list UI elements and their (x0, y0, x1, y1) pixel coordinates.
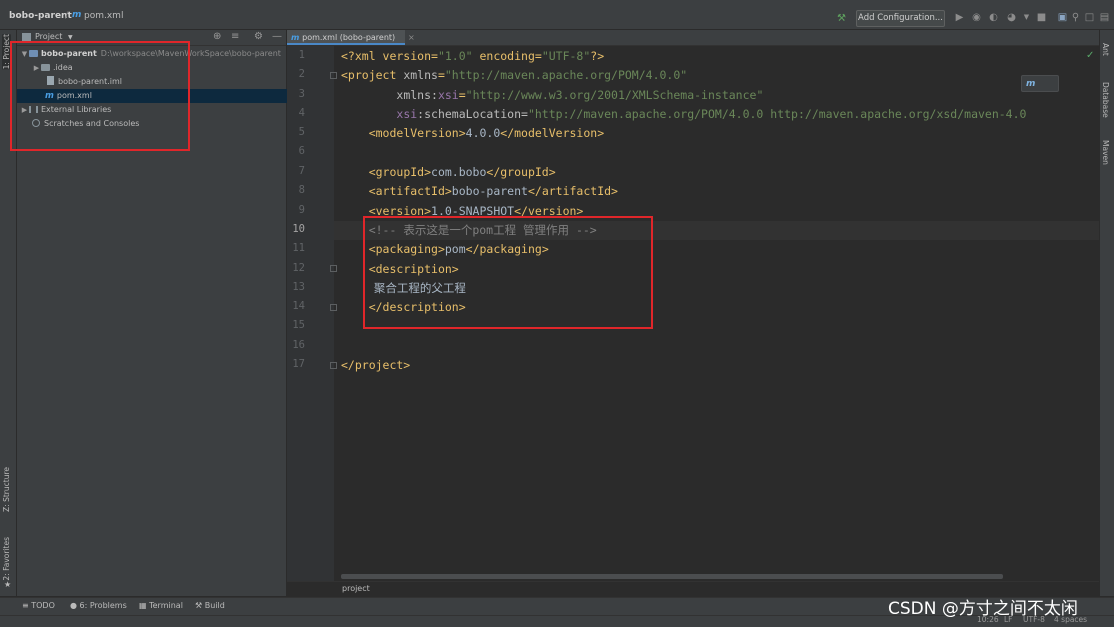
navigation-bar (0, 6, 1114, 30)
fold-marker[interactable] (330, 72, 337, 79)
line-number: 6 (298, 145, 305, 157)
code-line-8[interactable]: <artifactId>bobo-parent</artifactId> (341, 182, 618, 201)
info-icon: ● (70, 601, 80, 610)
window-icon[interactable]: □ (1083, 11, 1096, 24)
close-icon[interactable]: × (408, 33, 415, 42)
code-line-5[interactable]: <modelVersion>4.0.0</modelVersion> (341, 124, 604, 143)
line-number: 9 (298, 204, 305, 216)
editor-breadcrumb[interactable]: project (342, 584, 370, 593)
minimize-icon[interactable]: — (272, 31, 282, 42)
add-configuration-button[interactable]: Add Configuration... (856, 10, 945, 27)
highlight-box-code (363, 216, 653, 329)
line-number: 14 (292, 300, 305, 312)
fold-marker[interactable] (330, 362, 337, 369)
code-line-17[interactable]: </project> (341, 356, 410, 375)
debug-icon[interactable]: ◉ (970, 11, 983, 24)
watermark: CSDN @方寸之间不太闲 (888, 599, 1078, 619)
stop-icon[interactable]: ■ (1035, 11, 1048, 24)
line-number: 3 (298, 88, 305, 100)
breadcrumb-separator: / (65, 11, 69, 21)
list-icon: ≡ (22, 601, 32, 610)
line-number: 1 (298, 49, 305, 61)
maven-file-icon: m (72, 10, 82, 20)
tool-tab-database[interactable]: Database (1101, 82, 1110, 118)
code-line-3[interactable]: xmlns:xsi="http://www.w3.org/2001/XMLSch… (341, 86, 763, 105)
hammer-icon: ⚒ (195, 601, 205, 610)
project-view-icon (22, 33, 31, 41)
line-number: 16 (292, 339, 305, 351)
project-view-selector[interactable]: Project (35, 32, 62, 41)
maven-icon: m (1026, 79, 1036, 89)
editor-tab-label: pom.xml (bobo-parent) (302, 33, 396, 42)
gear-icon[interactable]: ⚙ (254, 31, 263, 42)
code-line-7[interactable]: <groupId>com.bobo</groupId> (341, 163, 556, 182)
line-number: 8 (298, 184, 305, 196)
hammer-icon[interactable]: ⚒ (835, 12, 848, 25)
tab-todo[interactable]: ≡ TODO (22, 601, 55, 610)
line-number: 5 (298, 126, 305, 138)
code-line-4[interactable]: xsi:schemaLocation="http://maven.apache.… (341, 105, 1026, 124)
collapse-icon[interactable]: ≡ (231, 31, 239, 42)
line-number: 15 (292, 319, 305, 331)
coverage-icon[interactable]: ◐ (987, 11, 1000, 24)
line-number: 13 (292, 281, 305, 293)
code-line-1[interactable]: <?xml version="1.0" encoding="UTF-8"?> (341, 47, 604, 66)
chevron-down-icon[interactable]: ▼ (1020, 11, 1033, 24)
search-icon[interactable]: ⚲ (1069, 11, 1082, 24)
line-number: 4 (298, 107, 305, 119)
line-number: 2 (298, 68, 305, 80)
code-line-2[interactable]: <project xmlns="http://maven.apache.org/… (341, 66, 687, 85)
breadcrumb-project[interactable]: bobo-parent (9, 11, 72, 21)
tool-tab-ant[interactable]: Ant (1101, 43, 1110, 56)
chevron-down-icon[interactable]: ▼ (68, 34, 73, 41)
line-number: 17 (292, 358, 305, 370)
fold-marker[interactable] (330, 265, 337, 272)
star-icon: ★ (4, 580, 12, 589)
tab-problems[interactable]: ● 6: Problems (70, 601, 127, 610)
tool-tab-maven[interactable]: Maven (1101, 140, 1110, 165)
project-structure-icon[interactable]: ▣ (1056, 11, 1069, 24)
breadcrumb-file[interactable]: pom.xml (84, 11, 123, 21)
line-number: 11 (292, 242, 305, 254)
check-icon: ✓ (1086, 50, 1095, 61)
tab-terminal[interactable]: ▦ Terminal (139, 601, 183, 610)
line-number: 12 (292, 262, 305, 274)
maven-file-icon: m (291, 33, 303, 42)
editor-tab-pom[interactable]: m pom.xml (bobo-parent) (287, 30, 405, 45)
layout-icon[interactable]: ▤ (1098, 11, 1111, 24)
tool-tab-favorites[interactable]: 2: Favorites (2, 537, 11, 581)
tool-tab-structure[interactable]: Z: Structure (2, 467, 11, 512)
run-icon[interactable]: ▶ (953, 11, 966, 24)
horizontal-scrollbar[interactable] (341, 574, 1003, 579)
tab-build[interactable]: ⚒ Build (195, 601, 225, 610)
line-number: 10 (292, 223, 305, 235)
locate-icon[interactable]: ⊕ (213, 31, 221, 42)
highlight-box-project-tree (10, 41, 190, 151)
maven-reload-button[interactable]: m (1021, 75, 1059, 92)
terminal-icon: ▦ (139, 601, 150, 610)
line-number: 7 (298, 165, 305, 177)
fold-marker[interactable] (330, 304, 337, 311)
profile-icon[interactable]: ◕ (1005, 11, 1018, 24)
